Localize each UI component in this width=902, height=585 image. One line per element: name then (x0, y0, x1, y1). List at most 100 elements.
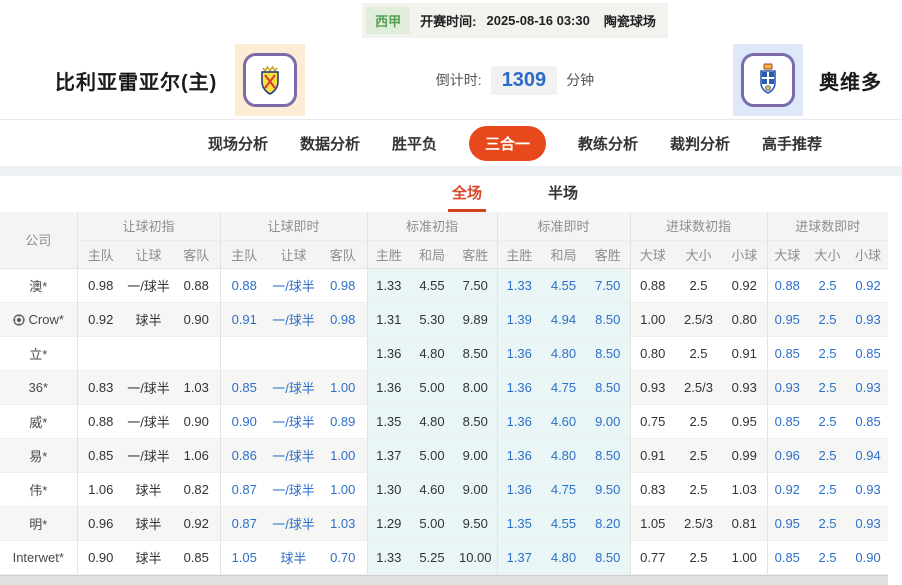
handicap-live-cell: 一/球半 (268, 506, 319, 541)
goals-live-cell: 2.5 (807, 472, 849, 507)
standard-live-cell: 1.36 (496, 404, 541, 439)
bookmaker-cell[interactable]: Crow* (0, 302, 77, 337)
goals-live-cell: 0.93 (848, 370, 889, 405)
standard-live-cell: 7.50 (586, 268, 630, 303)
goals-live-cell: 0.90 (848, 540, 889, 575)
standard-live-cell: 1.36 (496, 472, 541, 507)
bookmaker-cell[interactable]: 36* (0, 370, 77, 405)
table-row: 立* 1.36 4.80 8.50 1.36 4.80 8.50 0.80 2.5 0.91 0.8… (0, 336, 889, 371)
tab-full-time[interactable]: 全场 (447, 182, 486, 212)
handicap-initial-cell (76, 336, 124, 371)
standard-live-cell: 4.80 (541, 336, 586, 371)
standard-initial-cell: 1.33 (366, 268, 410, 303)
nav-item-expert-picks[interactable]: 高手推荐 (762, 126, 822, 161)
bookmaker-cell[interactable]: 立* (0, 336, 77, 371)
goals-initial-cell: 2.5/3 (675, 302, 722, 337)
page: 西甲 开赛时间: 2025-08-16 03:30 陶瓷球场 倒计时: 1309… (0, 0, 902, 212)
standard-initial-cell: 4.55 (410, 268, 454, 303)
match-info-pill: 西甲 开赛时间: 2025-08-16 03:30 陶瓷球场 (362, 2, 668, 38)
table-row: 36* 0.83 一/球半 1.03 0.85 一/球半 1.00 1.36 5.00 8.00 1… (0, 370, 889, 405)
goals-initial-cell: 0.93 (722, 370, 768, 405)
handicap-initial-cell (173, 336, 220, 371)
standard-initial-cell: 10.00 (454, 540, 497, 575)
bookmaker-cell[interactable]: 易* (0, 438, 77, 473)
bookmaker-cell[interactable]: Interwet* (0, 540, 77, 575)
handicap-initial-cell (124, 336, 173, 371)
goals-live-cell: 0.95 (766, 506, 808, 541)
column-header-company: 公司 (0, 212, 77, 269)
subcol-header: 主胜 (366, 240, 410, 269)
handicap-live-cell (219, 336, 268, 371)
handicap-live-cell: 球半 (268, 540, 319, 575)
goals-live-cell: 2.5 (807, 438, 849, 473)
standard-initial-cell: 9.50 (454, 506, 497, 541)
standard-initial-cell: 5.00 (410, 370, 454, 405)
handicap-live-cell: 一/球半 (268, 370, 319, 405)
goals-initial-cell: 0.99 (722, 438, 768, 473)
handicap-live-cell: 0.98 (319, 268, 367, 303)
subcol-header: 客胜 (454, 240, 497, 269)
handicap-initial-cell: 0.88 (76, 404, 124, 439)
handicap-live-cell (319, 336, 367, 371)
standard-live-cell: 4.75 (541, 472, 586, 507)
handicap-live-cell (268, 336, 319, 371)
league-badge: 西甲 (366, 6, 411, 34)
goals-live-cell: 0.94 (848, 438, 889, 473)
standard-initial-cell: 1.31 (366, 302, 410, 337)
goals-live-cell: 0.96 (766, 438, 808, 473)
goals-live-cell: 0.95 (766, 302, 808, 337)
goals-live-cell: 2.5 (807, 540, 849, 575)
handicap-live-cell: 1.00 (319, 472, 367, 507)
standard-live-cell: 4.75 (541, 370, 586, 405)
nav-item-coach-analysis[interactable]: 教练分析 (578, 126, 638, 161)
away-team: 奥维多 (733, 40, 882, 120)
nav-item-referee-analysis[interactable]: 裁判分析 (670, 126, 730, 161)
nav-divider-strip (0, 166, 902, 176)
standard-initial-cell: 9.00 (454, 438, 497, 473)
handicap-initial-cell: 1.03 (173, 370, 220, 405)
handicap-initial-cell: 0.92 (173, 506, 220, 541)
handicap-initial-cell: 一/球半 (124, 370, 173, 405)
standard-live-cell: 4.60 (541, 404, 586, 439)
goals-initial-cell: 0.92 (722, 268, 768, 303)
goals-live-cell: 0.93 (848, 472, 889, 507)
standard-initial-cell: 5.30 (410, 302, 454, 337)
handicap-live-cell: 0.86 (219, 438, 268, 473)
nav-item-win-draw-lose[interactable]: 胜平负 (392, 126, 437, 161)
bookmaker-cell[interactable]: 明* (0, 506, 77, 541)
bookmaker-cell[interactable]: 伟* (0, 472, 77, 507)
bookmaker-cell[interactable]: 澳* (0, 268, 77, 303)
standard-initial-cell: 4.60 (410, 472, 454, 507)
subcol-header: 客队 (319, 240, 367, 269)
group-header-standard-initial: 标准初指 (366, 212, 497, 241)
group-header-handicap-initial: 让球初指 (76, 212, 220, 241)
kickoff-time: 2025-08-16 03:30 (486, 12, 590, 28)
home-team-name: 比利亚雷亚尔(主) (55, 71, 218, 94)
subcol-header: 小球 (722, 240, 768, 269)
nav-item-three-in-one[interactable]: 三合一 (468, 125, 546, 161)
standard-initial-cell: 8.00 (454, 370, 497, 405)
standard-live-cell: 1.36 (496, 370, 541, 405)
standard-live-cell: 4.80 (541, 438, 586, 473)
goals-initial-cell: 0.95 (722, 404, 768, 439)
tab-half-time[interactable]: 半场 (544, 182, 582, 212)
nav-item-data-analysis[interactable]: 数据分析 (300, 126, 360, 161)
handicap-live-cell: 一/球半 (268, 438, 319, 473)
standard-live-cell: 1.39 (496, 302, 541, 337)
goals-initial-cell: 0.83 (629, 472, 675, 507)
goals-live-cell: 0.85 (848, 336, 889, 371)
goals-initial-cell: 2.5/3 (675, 370, 722, 405)
standard-live-cell: 8.50 (586, 336, 630, 371)
goals-live-cell: 0.88 (766, 268, 808, 303)
goals-live-cell: 0.93 (848, 302, 889, 337)
bookmaker-cell[interactable]: 威* (0, 404, 77, 439)
match-info-bar: 西甲 开赛时间: 2025-08-16 03:30 陶瓷球场 (0, 0, 902, 40)
countdown-label: 倒计时: (435, 72, 482, 88)
subcol-header: 大小 (675, 240, 722, 269)
standard-initial-cell: 1.37 (366, 438, 410, 473)
goals-initial-cell: 1.00 (722, 540, 768, 575)
goals-live-cell: 2.5 (807, 268, 849, 303)
handicap-initial-cell: 0.98 (76, 268, 124, 303)
handicap-initial-cell: 球半 (124, 472, 173, 507)
nav-item-live-analysis[interactable]: 现场分析 (208, 126, 268, 161)
